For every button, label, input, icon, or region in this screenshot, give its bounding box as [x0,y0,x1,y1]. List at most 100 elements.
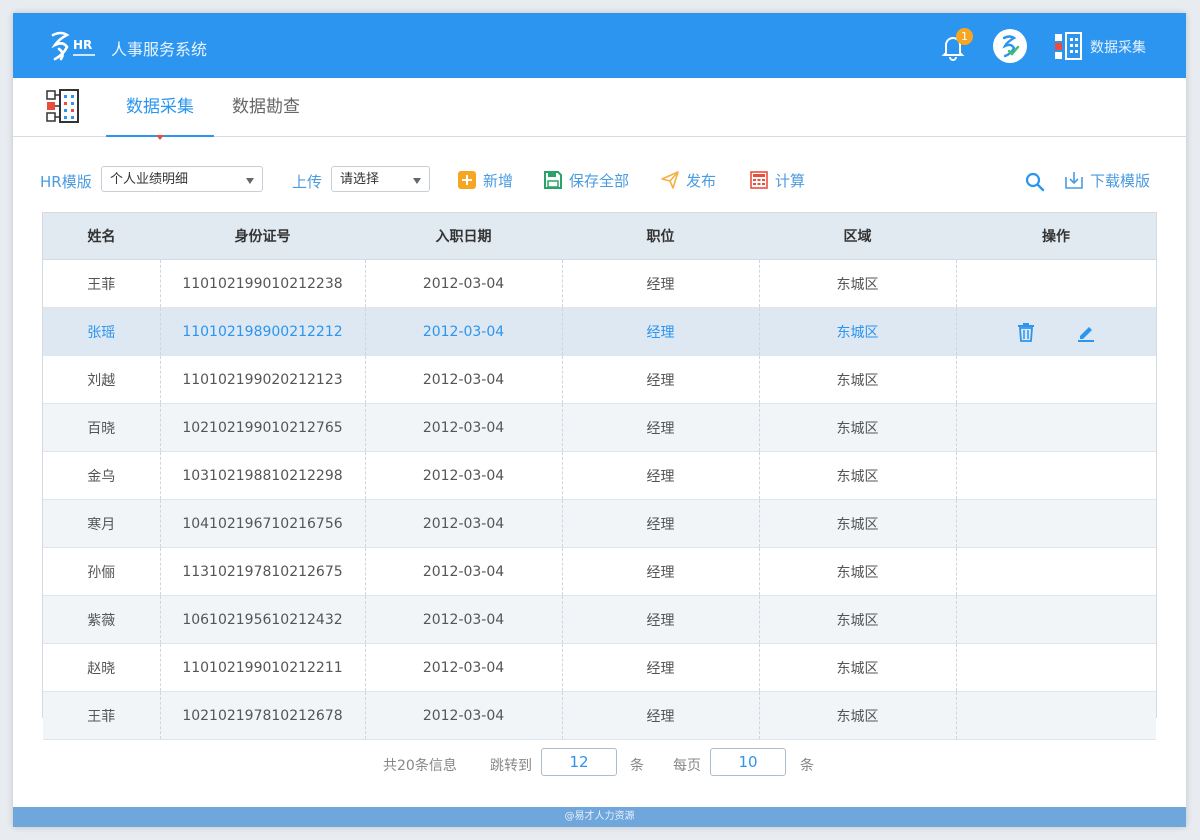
cell-actions [956,259,1156,308]
cell-actions [956,691,1156,740]
cell-actions [956,307,1156,356]
per-page-input[interactable]: 10 [710,748,786,776]
chevron-down-icon [246,178,254,184]
app-title: 人事服务系统 [111,40,208,59]
cell-region: 东城区 [759,691,957,740]
cell-region: 东城区 [759,403,957,452]
cell-region: 东城区 [759,595,957,644]
template-label: HR模版 [40,173,92,191]
table-row[interactable]: 王菲 102102197810212678 2012-03-04 经理 东城区 [43,691,1156,740]
cell-position: 经理 [562,307,760,356]
table-row[interactable]: 寒月 104102196710216756 2012-03-04 经理 东城区 [43,499,1156,548]
header-module-label[interactable]: 数据采集 [1090,37,1146,57]
add-button[interactable]: 新增 [458,168,513,192]
cell-position: 经理 [562,499,760,548]
add-button-label: 新增 [483,171,514,190]
trash-icon[interactable] [1016,322,1036,342]
cell-date: 2012-03-04 [365,499,563,548]
calculate-button[interactable]: 计算 [750,168,805,192]
cell-date: 2012-03-04 [365,403,563,452]
save-icon [544,171,562,189]
cell-name: 王菲 [43,691,161,740]
cell-id: 110102198900212212 [160,307,366,356]
total-records: 共20条信息 [383,758,457,774]
cell-date: 2012-03-04 [365,307,563,356]
cell-id: 110102199010212238 [160,259,366,308]
footer: @易才人力资源 [13,807,1186,827]
download-template-label: 下载模版 [1090,171,1151,190]
table-row[interactable]: 百晓 102102199010212765 2012-03-04 经理 东城区 [43,403,1156,452]
table-row[interactable]: 孙俪 113102197810212675 2012-03-04 经理 东城区 [43,547,1156,596]
cell-name: 百晓 [43,403,161,452]
module-icon [46,89,79,123]
cell-actions [956,595,1156,644]
cell-name: 孙俪 [43,547,161,596]
add-icon [458,171,476,189]
edit-pencil-icon[interactable] [1076,322,1096,342]
cell-name: 王菲 [43,259,161,308]
table-row[interactable]: 赵晓 110102199010212211 2012-03-04 经理 东城区 [43,643,1156,692]
cell-date: 2012-03-04 [365,691,563,740]
chevron-down-icon [413,178,421,184]
data-collection-module-icon[interactable] [1053,31,1083,61]
cell-name: 紫薇 [43,595,161,644]
cell-id: 110102199010212211 [160,643,366,692]
table-row-selected[interactable]: 张瑶 110102198900212212 2012-03-04 经理 东城区 [43,307,1156,356]
cell-position: 经理 [562,595,760,644]
cell-id: 102102199010212765 [160,403,366,452]
save-all-label: 保存全部 [569,171,630,190]
cell-date: 2012-03-04 [365,643,563,692]
column-header[interactable]: 区域 [759,213,956,260]
table-row[interactable]: 金乌 103102198810212298 2012-03-04 经理 东城区 [43,451,1156,500]
active-tab-indicator [156,135,164,140]
calculator-icon [750,171,768,189]
cell-name: 张瑶 [43,307,161,356]
per-page-label: 每页 [673,758,701,774]
per-page-unit-label: 条 [800,758,814,774]
search-icon[interactable] [1025,172,1045,192]
template-select[interactable]: 个人业绩明细 [101,166,263,192]
top-bar: HR 人事服务系统 1 数据采集 [13,13,1186,78]
pagination: 共20条信息 跳转到 12 条 每页 10 条 [13,748,1186,778]
cell-region: 东城区 [759,355,957,404]
cell-region: 东城区 [759,643,957,692]
upload-select[interactable]: 请选择 [331,166,430,192]
notification-badge: 1 [956,28,973,45]
upload-label: 上传 [292,173,323,191]
publish-button[interactable]: 发布 [661,168,716,192]
cell-date: 2012-03-04 [365,259,563,308]
cell-position: 经理 [562,451,760,500]
cell-region: 东城区 [759,259,957,308]
column-header[interactable]: 入职日期 [365,213,562,260]
table-row[interactable]: 紫薇 106102195610212432 2012-03-04 经理 东城区 [43,595,1156,644]
column-header[interactable]: 身份证号 [160,213,365,260]
jump-to-input[interactable]: 12 [541,748,617,776]
template-select-value: 个人业绩明细 [110,172,189,187]
cell-actions [956,403,1156,452]
column-header[interactable]: 职位 [562,213,759,260]
cell-date: 2012-03-04 [365,451,563,500]
save-all-button[interactable]: 保存全部 [544,168,629,192]
cell-id: 104102196710216756 [160,499,366,548]
cell-position: 经理 [562,547,760,596]
column-header[interactable]: 姓名 [43,213,160,260]
download-icon [1065,172,1083,189]
tab-data-inspection[interactable]: 数据勘查 [220,78,312,135]
user-avatar[interactable] [993,29,1027,63]
cell-name: 刘越 [43,355,161,404]
cell-id: 106102195610212432 [160,595,366,644]
table-row[interactable]: 王菲 110102199010212238 2012-03-04 经理 东城区 [43,259,1156,308]
cell-position: 经理 [562,643,760,692]
tab-data-collection[interactable]: 数据采集 [106,78,214,137]
hr-logo-icon: HR [51,31,95,61]
toolbar: HR模版 个人业绩明细 上传 请选择 新增 保存全部 发布 计算 下载模版 [13,163,1186,199]
download-template-button[interactable]: 下载模版 [1065,168,1150,192]
table-row[interactable]: 刘越 110102199020212123 2012-03-04 经理 东城区 [43,355,1156,404]
column-header: 操作 [956,213,1156,260]
tab-bar: 数据采集 数据勘查 [13,78,1186,137]
cell-region: 东城区 [759,451,957,500]
cell-actions [956,355,1156,404]
svg-text:HR: HR [73,38,92,52]
cell-actions [956,643,1156,692]
data-table: 姓名 身份证号 入职日期 职位 区域 操作 王菲 110102199010212… [42,212,1157,740]
